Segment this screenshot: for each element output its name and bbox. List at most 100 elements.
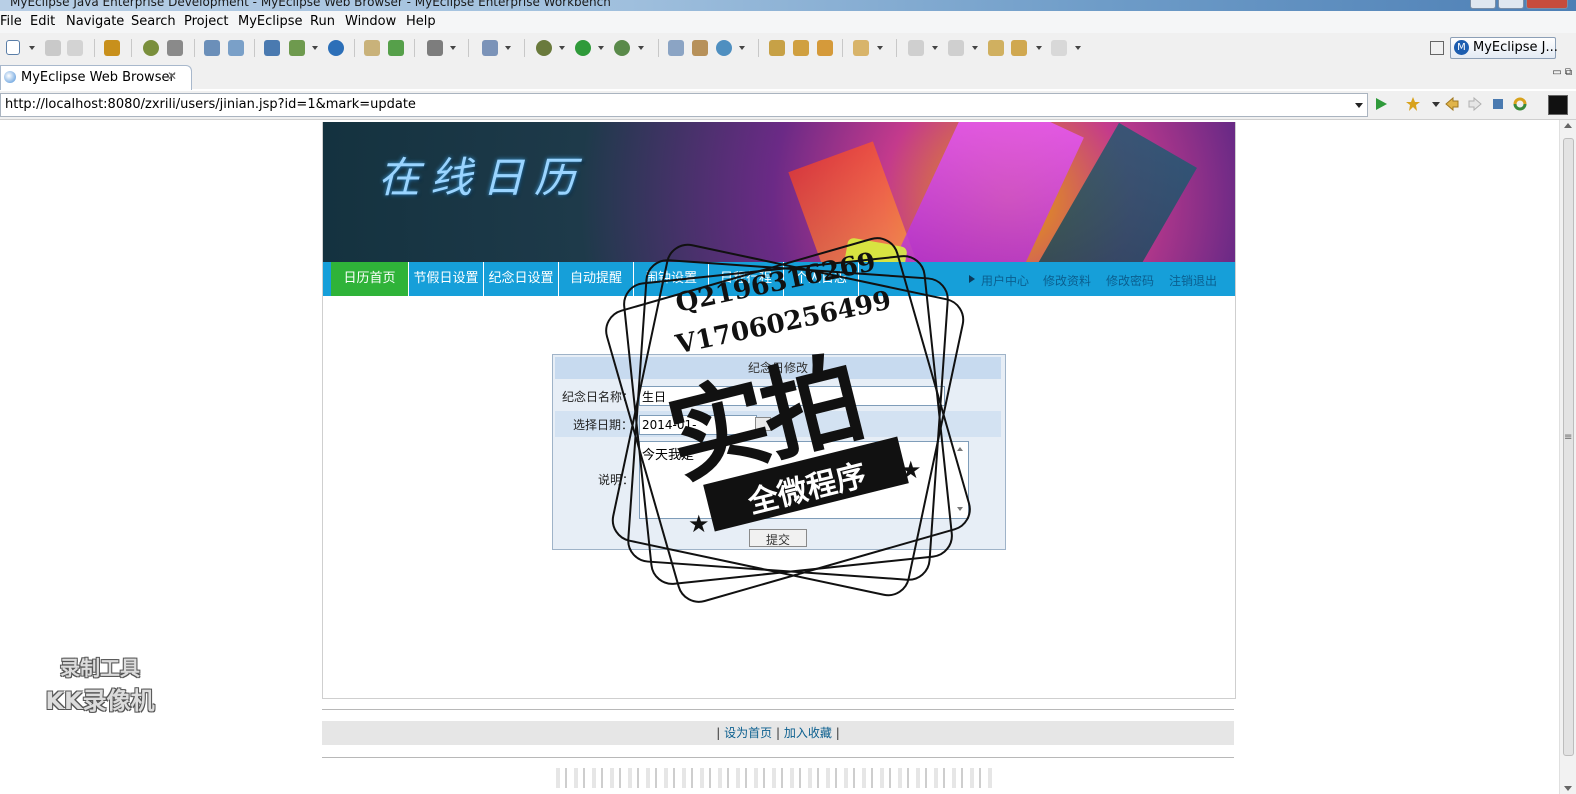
folder-icon[interactable] <box>853 40 869 56</box>
set-homepage-link[interactable]: 设为首页 <box>724 726 772 740</box>
go-icon[interactable] <box>1373 96 1389 112</box>
browser-forward-icon[interactable] <box>1467 96 1483 112</box>
refresh-dropdown-icon[interactable] <box>739 46 745 50</box>
maximize-button[interactable] <box>1498 0 1524 9</box>
run-icon[interactable] <box>575 40 591 56</box>
link-edit-profile[interactable]: 修改资料 <box>1043 272 1091 289</box>
globe-icon[interactable] <box>328 40 344 56</box>
form-row-description: 说明： 今天我是 <box>555 439 1001 525</box>
add-icon[interactable] <box>388 40 404 56</box>
menu-run[interactable]: Run <box>310 14 335 29</box>
browser-refresh-icon[interactable] <box>1512 96 1528 112</box>
description-textarea[interactable]: 今天我是 <box>639 441 969 519</box>
menu-help[interactable]: Help <box>406 14 436 29</box>
close-window-button[interactable] <box>1526 0 1568 9</box>
debug-bug-icon[interactable] <box>143 40 159 56</box>
new-wizard-icon[interactable] <box>482 40 498 56</box>
next-annotation-dropdown-icon[interactable] <box>932 46 938 50</box>
class-icon[interactable] <box>668 40 684 56</box>
deploy-icon[interactable] <box>264 40 280 56</box>
search-files-icon[interactable] <box>817 40 833 56</box>
scroll-thumb[interactable] <box>1563 138 1574 756</box>
scroll-down-icon[interactable] <box>1564 786 1572 791</box>
forward-icon[interactable] <box>1051 40 1067 56</box>
new-icon[interactable] <box>6 40 20 55</box>
url-input[interactable] <box>5 96 1335 113</box>
link-change-password[interactable]: 修改密码 <box>1106 272 1154 289</box>
textarea-scroll-up-icon[interactable] <box>957 447 963 451</box>
browser-stop-icon[interactable] <box>1490 96 1506 112</box>
run-dropdown-icon[interactable] <box>598 46 604 50</box>
next-annotation-icon[interactable] <box>908 40 924 56</box>
debug-icon[interactable] <box>536 40 552 56</box>
link-user-center[interactable]: 用户中心 <box>981 272 1029 289</box>
nav-alarm-settings[interactable]: 闹钟设置 <box>634 262 709 296</box>
nav-anniversary-settings[interactable]: 纪念日设置 <box>484 262 559 296</box>
add-favorites-link[interactable]: 加入收藏 <box>784 726 832 740</box>
save-icon[interactable] <box>45 40 61 56</box>
print-icon[interactable] <box>67 40 83 56</box>
menu-window[interactable]: Window <box>345 14 396 29</box>
nav-personal-log[interactable]: 个人日志 <box>784 262 859 296</box>
menu-project[interactable]: Project <box>184 14 228 29</box>
search-icon[interactable] <box>228 40 244 56</box>
refresh-icon[interactable] <box>716 40 732 56</box>
package-icon[interactable] <box>104 40 120 56</box>
external-tools-dropdown-icon[interactable] <box>638 46 644 50</box>
forward-dropdown-icon[interactable] <box>1075 46 1081 50</box>
footer-separator: | <box>835 726 840 740</box>
open-folder-icon[interactable] <box>364 40 380 56</box>
anniversary-name-input[interactable] <box>639 386 945 406</box>
camera-icon[interactable] <box>427 40 443 56</box>
close-tab-icon[interactable]: ✕ <box>167 69 177 83</box>
nav-auto-reminder[interactable]: 自动提醒 <box>559 262 634 296</box>
nav-holiday-settings[interactable]: 节假日设置 <box>409 262 484 296</box>
open-task-icon[interactable] <box>793 40 809 56</box>
previous-annotation-icon[interactable] <box>948 40 964 56</box>
favorites-icon[interactable] <box>1405 96 1421 112</box>
back-icon[interactable] <box>1011 40 1027 56</box>
toolbar-separator <box>254 39 255 57</box>
last-edit-icon[interactable] <box>988 40 1004 56</box>
menu-navigate[interactable]: Navigate <box>66 14 124 29</box>
edit-pencil-icon[interactable] <box>204 40 220 56</box>
date-input[interactable] <box>639 415 757 435</box>
browser-back-icon[interactable] <box>1444 96 1460 112</box>
console-icon[interactable] <box>1548 95 1568 115</box>
external-tools-icon[interactable] <box>614 40 630 56</box>
calendar-picker-icon[interactable] <box>755 417 771 431</box>
url-field[interactable] <box>0 93 1368 117</box>
link-logout[interactable]: 注销退出 <box>1169 272 1217 289</box>
previous-annotation-dropdown-icon[interactable] <box>972 46 978 50</box>
nav-calendar-home[interactable]: 日历首页 <box>331 262 409 296</box>
back-dropdown-icon[interactable] <box>1036 46 1042 50</box>
date-label: 选择日期： <box>573 418 634 432</box>
new-dropdown-icon[interactable] <box>29 46 35 50</box>
textarea-scroll-down-icon[interactable] <box>957 507 963 511</box>
wizard-dropdown-icon[interactable] <box>505 46 511 50</box>
watermark-line-2: KK录像机 <box>45 687 155 715</box>
debug-dropdown-icon[interactable] <box>559 46 565 50</box>
package-explorer-icon[interactable] <box>692 40 708 56</box>
menu-search[interactable]: Search <box>131 14 176 29</box>
open-perspective-icon[interactable] <box>1430 41 1444 55</box>
server-dropdown-icon[interactable] <box>312 46 318 50</box>
scroll-up-icon[interactable] <box>1564 123 1572 128</box>
nav-schedule[interactable]: 日程行程 <box>709 262 784 296</box>
perspective-switcher[interactable]: M MyEclipse J... <box>1450 37 1558 59</box>
server-icon[interactable] <box>167 40 183 56</box>
run-server-icon[interactable] <box>289 40 305 56</box>
vertical-scrollbar[interactable]: ≡ <box>1559 120 1576 794</box>
camera-dropdown-icon[interactable] <box>450 46 456 50</box>
minimize-button[interactable] <box>1470 0 1496 9</box>
url-history-dropdown-icon[interactable] <box>1355 103 1363 108</box>
open-type-icon[interactable] <box>769 40 785 56</box>
menu-edit[interactable]: Edit <box>30 14 55 29</box>
menu-myeclipse[interactable]: MyEclipse <box>238 14 303 29</box>
folder-dropdown-icon[interactable] <box>877 46 883 50</box>
favorites-dropdown-icon[interactable] <box>1428 96 1444 112</box>
tab-web-browser[interactable]: MyEclipse Web Browser ✕ <box>0 65 192 90</box>
menu-file[interactable]: File <box>0 14 22 29</box>
view-minmax-icon[interactable]: ▭ ⧉ <box>1552 67 1572 78</box>
submit-button[interactable]: 提交 <box>749 529 807 547</box>
